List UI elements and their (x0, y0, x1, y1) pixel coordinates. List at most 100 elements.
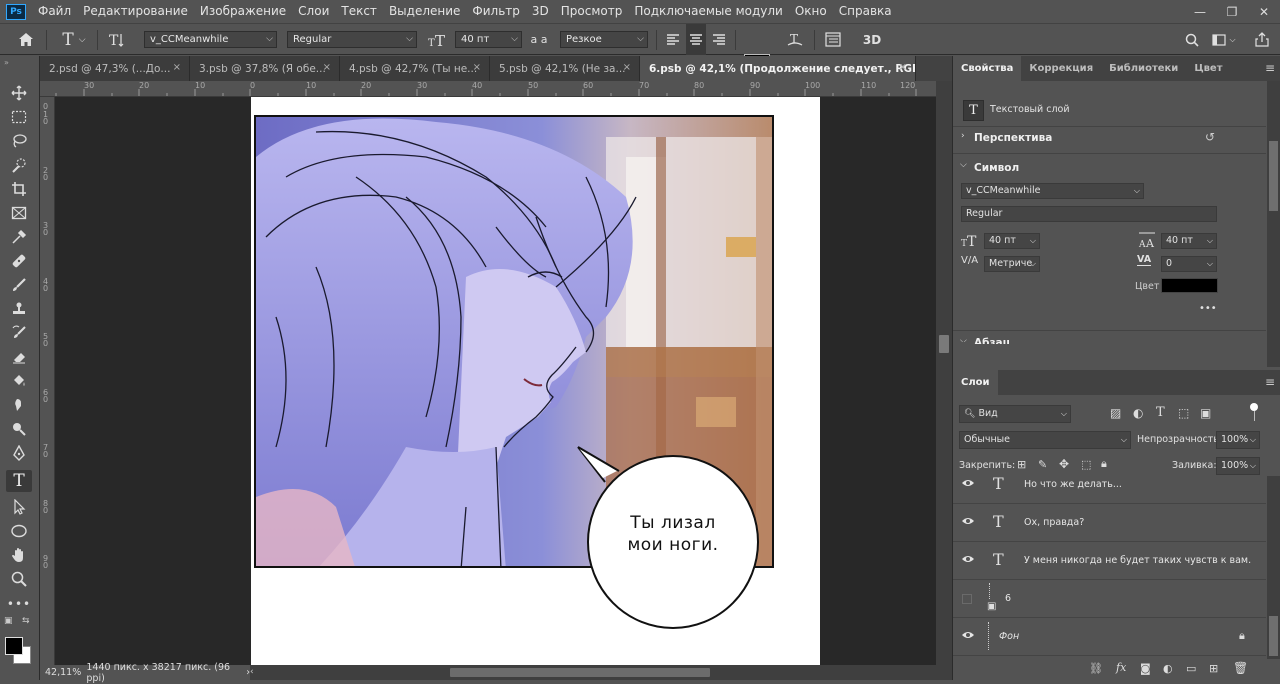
menu-window[interactable]: Окно (789, 0, 833, 23)
foreground-color-swatch[interactable] (5, 637, 23, 655)
text-color-swatch[interactable] (1161, 278, 1218, 293)
document-tab[interactable]: 3.psb @ 37,8% (Я обе... × (190, 56, 340, 81)
tab-libraries[interactable]: Библиотеки (1101, 56, 1186, 81)
3d-icon[interactable]: 3D (860, 24, 884, 55)
healing-brush-tool-icon[interactable] (6, 250, 32, 272)
tracking-select[interactable]: 0 ⌵ (1161, 256, 1217, 272)
restore-button[interactable]: ❐ (1216, 0, 1248, 23)
layer-filter-select[interactable]: 🔍︎ Вид ⌵ (959, 405, 1071, 423)
more-options-icon[interactable]: ••• (1199, 303, 1217, 314)
chevron-down-icon[interactable]: ⌵ (960, 160, 967, 170)
ellipse-tool-icon[interactable] (6, 520, 32, 542)
zoom-level[interactable]: 42,11% (45, 667, 84, 678)
canvas-area[interactable]: Ты лизал мои ноги. (55, 97, 936, 665)
opacity-input[interactable]: 100% ⌵ (1216, 431, 1260, 449)
speech-bubble[interactable]: Ты лизал мои ноги. (573, 442, 763, 632)
align-right-icon[interactable] (709, 24, 729, 55)
brush-tool-icon[interactable] (6, 274, 32, 296)
default-colors-icon[interactable]: ▣ (4, 616, 13, 626)
properties-scrollbar[interactable] (1267, 81, 1280, 367)
menu-type[interactable]: Текст (335, 0, 383, 23)
text-orientation-icon[interactable]: T (106, 24, 128, 55)
menu-image[interactable]: Изображение (194, 0, 292, 23)
font-style-select[interactable]: Regular ⌵ (287, 31, 417, 48)
dodge-tool-icon[interactable] (6, 418, 32, 440)
visibility-eye-icon[interactable] (961, 630, 975, 640)
layer-style-icon[interactable]: fx (1116, 661, 1126, 674)
lock-transparent-icon[interactable]: ⊞ (1017, 458, 1026, 471)
document-tab[interactable]: 2.psd @ 47,3% (...До... × (40, 56, 190, 81)
document-tab[interactable]: 4.psb @ 42,7% (Ты не... × (340, 56, 490, 81)
type-tool-preset-picker[interactable]: T ⌵ (56, 24, 92, 55)
frame-tool-icon[interactable] (6, 202, 32, 224)
scrollbar-thumb[interactable] (1269, 616, 1278, 656)
align-center-icon[interactable] (686, 24, 706, 55)
visibility-eye-icon[interactable] (961, 554, 975, 564)
tab-adjustments[interactable]: Коррекция (1021, 56, 1101, 81)
menu-3d[interactable]: 3D (526, 0, 555, 23)
add-mask-icon[interactable]: ◙ (1140, 662, 1151, 675)
menu-filter[interactable]: Фильтр (466, 0, 525, 23)
lasso-tool-icon[interactable] (6, 130, 32, 152)
status-menu-icon[interactable]: › (246, 667, 250, 678)
font-size-select[interactable]: 40 пт ⌵ (984, 233, 1040, 249)
marquee-tool-icon[interactable] (6, 106, 32, 128)
vertical-scrollbar[interactable] (936, 81, 952, 665)
paragraph-section[interactable]: Абзац (974, 337, 1010, 344)
font-style-select[interactable]: Regular (961, 206, 1217, 222)
lock-artboard-icon[interactable]: ⬚ (1081, 458, 1091, 471)
smudge-tool-icon[interactable] (6, 394, 32, 416)
font-family-select[interactable]: v_CCMeanwhile ⌵ (961, 183, 1144, 199)
scrollbar-thumb[interactable] (939, 335, 949, 353)
horizontal-scrollbar[interactable]: ‹ (250, 665, 952, 680)
close-tab-icon[interactable]: × (899, 62, 907, 73)
menu-view[interactable]: Просмотр (555, 0, 629, 23)
filter-toggle-icon[interactable] (1250, 403, 1258, 411)
visibility-eye-icon[interactable] (961, 478, 975, 488)
filter-smart-object-icon[interactable]: ▣ (1200, 406, 1211, 420)
collapse-toolbar-icon[interactable]: » (4, 58, 9, 67)
scrollbar-thumb[interactable] (450, 668, 710, 677)
character-section[interactable]: Символ (974, 162, 1019, 174)
filter-shape-icon[interactable]: ⬚ (1178, 406, 1189, 420)
chevron-right-icon[interactable]: › (961, 131, 965, 141)
scroll-left-icon[interactable]: ‹ (250, 667, 254, 677)
filter-adjustment-icon[interactable]: ◐ (1133, 406, 1143, 420)
align-left-icon[interactable] (663, 24, 683, 55)
filter-type-icon[interactable]: T (1156, 405, 1165, 420)
layer-row[interactable]: T Но что же делать... (953, 476, 1266, 504)
layer-row[interactable]: T У меня никогда не будет таких чувств к… (953, 542, 1266, 580)
close-tab-icon[interactable]: × (473, 62, 481, 73)
lock-all-icon[interactable]: 🔒︎ (1101, 457, 1107, 471)
hand-tool-icon[interactable] (6, 544, 32, 566)
type-tool-icon[interactable]: T (6, 470, 32, 492)
new-group-icon[interactable]: ▭ (1186, 662, 1196, 675)
perspective-section[interactable]: Перспектива (974, 132, 1052, 144)
visibility-eye-icon[interactable] (961, 516, 975, 526)
tab-color[interactable]: Цвет (1186, 56, 1230, 81)
close-tab-icon[interactable]: × (323, 62, 331, 73)
close-tab-icon[interactable]: × (173, 62, 181, 73)
warp-text-icon[interactable]: T (784, 24, 806, 55)
search-icon[interactable] (1182, 24, 1202, 55)
move-tool-icon[interactable] (6, 82, 32, 104)
visibility-off-box[interactable] (962, 594, 972, 604)
pen-tool-icon[interactable] (6, 442, 32, 464)
chevron-down-icon[interactable]: ⌵ (960, 336, 967, 342)
antialias-select[interactable]: Резкое ⌵ (560, 31, 648, 48)
quick-selection-tool-icon[interactable] (6, 154, 32, 176)
lock-position-icon[interactable]: ✥ (1059, 457, 1069, 471)
paint-bucket-tool-icon[interactable] (6, 370, 32, 392)
eraser-tool-icon[interactable] (6, 346, 32, 368)
menu-select[interactable]: Выделение (383, 0, 466, 23)
delete-layer-icon[interactable]: 🗑︎ (1233, 661, 1248, 675)
blend-mode-select[interactable]: Обычные ⌵ (959, 431, 1131, 449)
close-tab-icon[interactable]: × (623, 62, 631, 73)
more-tools-icon[interactable]: ••• (6, 593, 32, 615)
menu-edit[interactable]: Редактирование (77, 0, 194, 23)
zoom-tool-icon[interactable] (6, 568, 32, 590)
minimize-button[interactable]: — (1184, 0, 1216, 23)
panel-menu-icon[interactable]: ≡ (1260, 56, 1280, 81)
new-layer-icon[interactable]: ⊞ (1209, 662, 1218, 675)
eyedropper-tool-icon[interactable] (6, 226, 32, 248)
